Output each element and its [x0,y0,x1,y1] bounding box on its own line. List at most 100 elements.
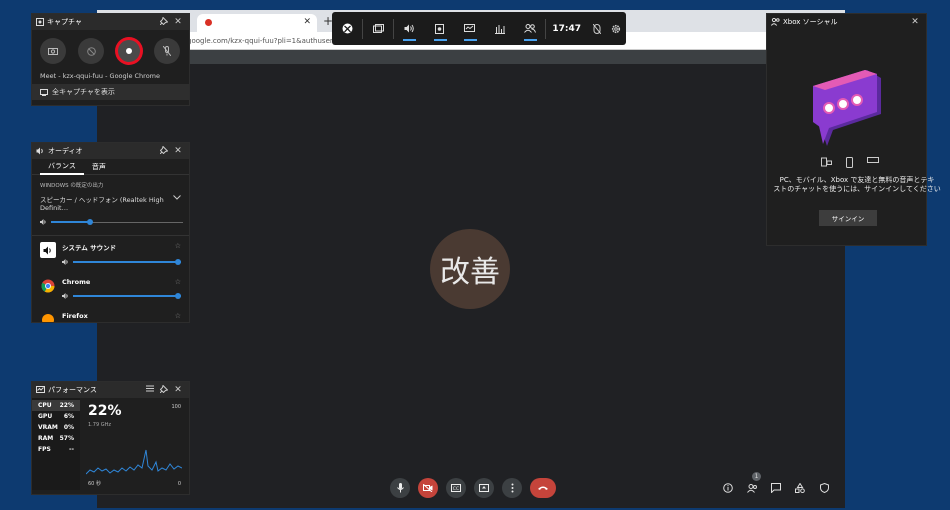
star-icon[interactable]: ☆ [175,242,181,252]
close-icon[interactable]: ✕ [171,17,185,27]
options-icon[interactable] [143,385,157,395]
clock: 17:47 [552,23,581,34]
audio-icon [404,24,414,33]
app-volume-slider[interactable] [73,291,181,301]
more-options-button[interactable] [502,478,522,498]
pin-icon[interactable] [157,16,171,28]
firefox-icon [40,312,56,322]
camera-off-button[interactable] [418,478,438,498]
star-icon[interactable]: ☆ [175,278,181,286]
record-last-button[interactable] [78,38,104,64]
url-text: google.com/kzx-qqui-fuu?pli=1&authuser=0 [187,37,344,45]
app-item-system: システム サウンド ☆ [32,236,189,270]
start-recording-button[interactable] [116,38,142,64]
metric-cpu[interactable]: CPU 22% [32,400,80,411]
performance-icon [464,24,476,32]
chevron-down-icon [173,194,181,212]
social-header[interactable]: Xbox ソーシャル ✕ [767,14,926,30]
signin-message: PC、モバイル、Xbox で友達と無料の音声とテキ ストのチャットを使うには、サ… [767,176,947,194]
resources-widget-button[interactable] [485,12,515,45]
mouse-lock-button[interactable] [587,23,606,34]
mic-off-icon [163,46,171,56]
xbox-button[interactable] [332,12,362,45]
metric-fps[interactable]: FPS -- [32,444,80,455]
mic-button[interactable] [390,478,410,498]
people-count-badge: 1 [752,472,761,481]
performance-widget-button[interactable] [455,12,485,45]
audio-header[interactable]: オーディオ ✕ [32,143,189,159]
output-label: WINDOWS の既定の出力 [40,183,104,189]
metric-vram[interactable]: VRAM 0% [32,422,80,433]
cpu-usage-value: 22% [88,403,122,419]
performance-widget: パフォーマンス ✕ CPU 22% GPU 6% VRAM 0% RAM 57% FPS… [31,381,190,495]
recording-favicon-icon [205,19,212,26]
activities-button[interactable] [791,478,809,498]
output-device-name: スピーカー / ヘッドフォン (Realtek High Definit… [40,196,164,212]
star-icon[interactable]: ☆ [175,312,181,320]
captions-icon: CC [451,484,461,492]
social-title: Xbox ソーシャル [783,18,838,26]
social-widget-button[interactable] [515,12,545,45]
metric-gpu[interactable]: GPU 6% [32,411,80,422]
capture-header[interactable]: キャプチャ ✕ [32,14,189,30]
show-all-captures-label: 全キャプチャを表示 [52,88,115,96]
browser-info-strip [97,50,845,64]
record-dot-icon [126,48,132,54]
more-vert-icon [511,483,513,493]
widget-menu-button[interactable] [363,12,393,45]
pin-icon[interactable] [157,384,171,396]
leave-call-button[interactable] [530,478,556,498]
close-icon[interactable]: ✕ [171,385,185,395]
scale-max-label: 100 [171,404,181,410]
metric-ram[interactable]: RAM 57% [32,433,80,444]
activities-icon [795,483,805,493]
meeting-details-button[interactable] [719,478,737,498]
xbox-icon [342,23,353,34]
audio-widget-button[interactable] [394,12,424,45]
host-controls-button[interactable] [815,478,833,498]
capture-widget-button[interactable] [425,12,455,45]
close-icon[interactable]: ✕ [171,146,185,156]
performance-body: CPU 22% GPU 6% VRAM 0% RAM 57% FPS -- 22% 1.7… [32,398,189,490]
mic-toggle-button[interactable] [154,38,180,64]
signin-message-line2: ストのチャットを使うには、サインインしてください [773,185,941,193]
audio-icon [36,147,43,155]
people-button[interactable]: 1 [743,472,761,498]
present-button[interactable] [474,478,494,498]
chat-icon [771,483,781,493]
performance-header[interactable]: パフォーマンス ✕ [32,382,189,398]
audio-widget: オーディオ ✕ バランス 音声 WINDOWS の既定の出力 スピーカー / ヘ… [31,142,190,323]
meet-stage: 改善 CC 1 [97,64,845,508]
master-volume-slider[interactable] [50,217,183,227]
captions-button[interactable]: CC [446,478,466,498]
chat-button[interactable] [767,478,785,498]
capture-widget: キャプチャ ✕ Meet - kzx-qqui-fuu - Google Chr… [31,13,190,106]
screenshot-button[interactable] [40,38,66,64]
signin-button[interactable]: サインイン [819,210,877,226]
present-icon [479,484,489,492]
show-all-captures-button[interactable]: 全キャプチャを表示 [32,84,189,100]
game-bar: 17:47 [332,12,626,45]
device-icons [821,157,879,168]
signin-message-line1: PC、モバイル、Xbox で友達と無料の音声とテキ [779,176,935,184]
tab-close-icon[interactable]: ✕ [303,17,311,27]
capture-source: Meet - kzx-qqui-fuu - Google Chrome [40,72,161,80]
camera-off-icon [423,484,433,492]
scale-min-label: 0 [177,481,181,487]
close-icon[interactable]: ✕ [908,17,922,27]
volume-icon [62,293,68,299]
tab-balance[interactable]: バランス [40,159,84,175]
browser-tab[interactable]: ✕ [197,14,317,32]
pin-icon[interactable] [157,145,171,157]
pc-icon [821,157,832,167]
app-item-firefox: Firefox ☆ [32,304,189,322]
settings-icon [612,24,621,33]
chat-bubble-illustration [813,70,881,146]
output-device-select[interactable]: スピーカー / ヘッドフォン (Realtek High Definit… [32,191,189,215]
xbox-social-widget: Xbox ソーシャル ✕ PC、モバイル、Xbox で友達と無料の音声とテキ ス… [766,13,941,246]
app-volume-slider[interactable] [73,257,181,267]
settings-button[interactable] [606,24,625,34]
metric-list: CPU 22% GPU 6% VRAM 0% RAM 57% FPS -- [32,398,80,490]
cpu-frequency: 1.79 GHz [88,422,111,428]
tab-voice[interactable]: 音声 [84,159,114,175]
